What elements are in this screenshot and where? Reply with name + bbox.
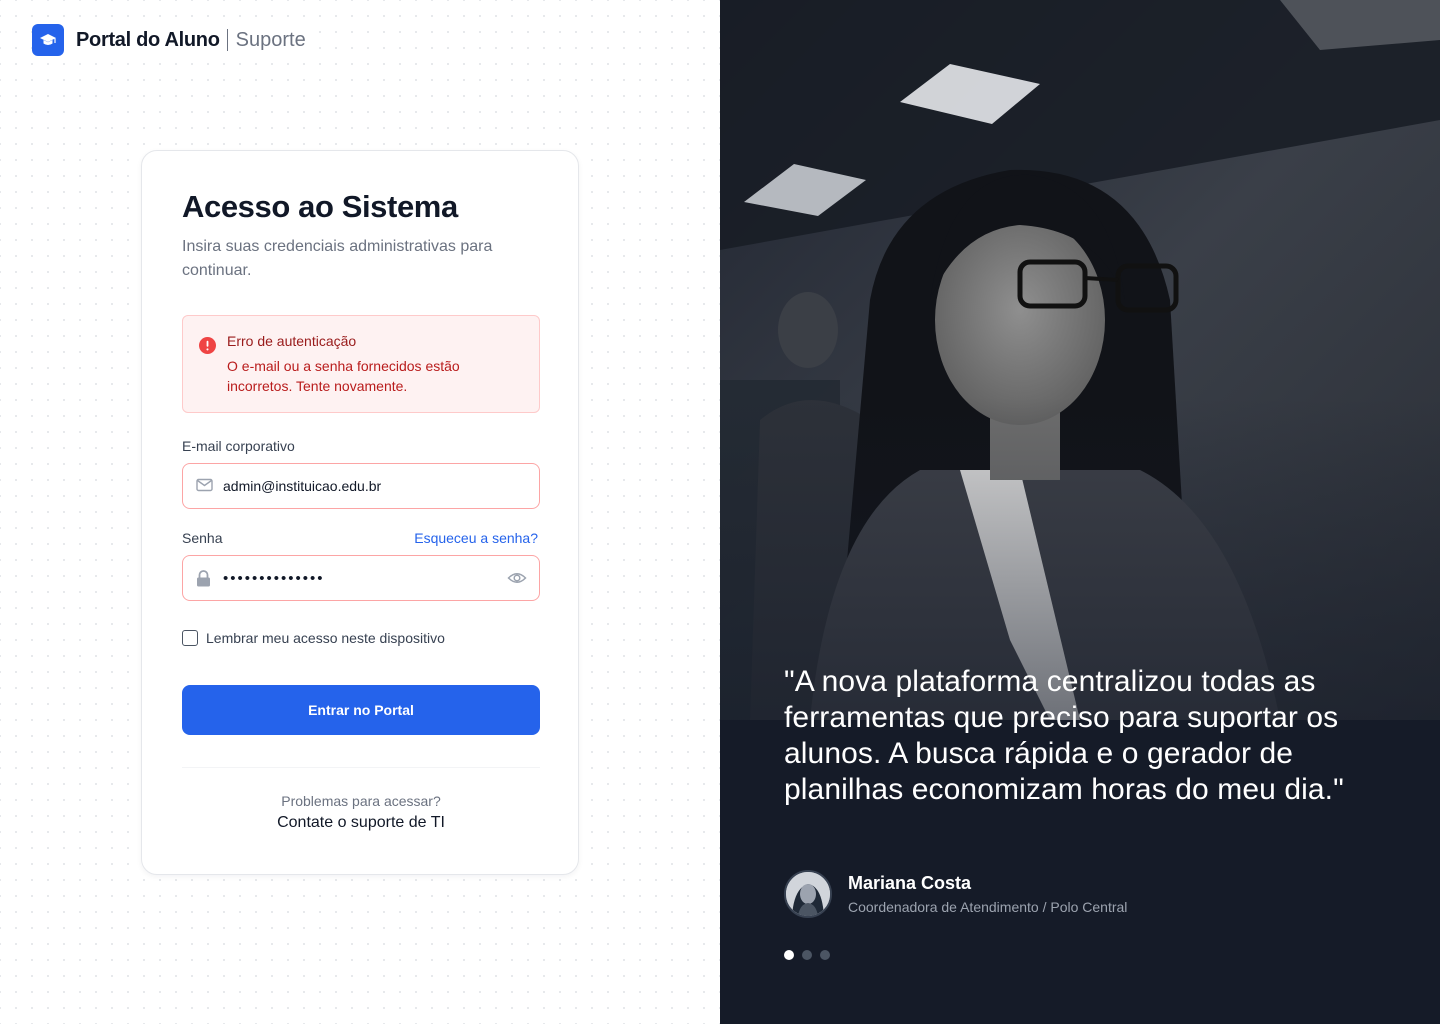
eye-icon[interactable] [507, 569, 527, 587]
remember-row[interactable]: Lembrar meu acesso neste dispositivo [182, 630, 445, 646]
login-button[interactable]: Entrar no Portal [182, 685, 540, 735]
page-title: Acesso ao Sistema [182, 189, 458, 224]
error-alert-message: O e-mail ou a senha fornecidos estão inc… [227, 358, 460, 394]
carousel-dot-2[interactable] [802, 950, 812, 960]
carousel-dot-1[interactable] [784, 950, 794, 960]
password-input[interactable] [223, 556, 493, 600]
lock-icon [197, 570, 210, 587]
login-card: Acesso ao Sistema Insira suas credenciai… [141, 150, 579, 875]
page-subtitle: Insira suas credenciais administrativas … [182, 238, 493, 279]
brand-section: Suporte [235, 28, 306, 51]
login-panel: Portal do Aluno Suporte Acesso ao Sistem… [0, 0, 720, 1024]
brand-divider [226, 29, 228, 51]
author-role: Coordenadora de Atendimento / Polo Centr… [848, 899, 1128, 915]
author-name: Mariana Costa [848, 873, 972, 893]
envelope-icon [196, 478, 213, 492]
email-input[interactable] [223, 464, 493, 508]
testimonial-quote: "A nova plataforma centralizou todas as … [784, 665, 1344, 806]
error-alert-title: Erro de autenticação [227, 333, 357, 349]
password-field[interactable] [182, 555, 540, 601]
carousel-indicators [784, 950, 838, 960]
avatar [784, 870, 832, 918]
email-field[interactable] [182, 463, 540, 509]
forgot-password-link[interactable]: Esqueceu a senha? [414, 530, 538, 546]
help-question: Problemas para acessar? [281, 793, 441, 809]
brand-header[interactable]: Portal do Aluno Suporte [32, 24, 314, 56]
error-alert: Erro de autenticação O e-mail ou a senha… [182, 315, 540, 413]
email-label: E-mail corporativo [182, 438, 295, 454]
password-label: Senha [182, 530, 223, 546]
brand-name: Portal do Aluno [76, 28, 220, 51]
student-photo [720, 0, 1440, 720]
exclamation-circle-icon [199, 337, 216, 354]
testimonial-panel: "A nova plataforma centralizou todas as … [720, 0, 1440, 1024]
remember-label[interactable]: Lembrar meu acesso neste dispositivo [206, 630, 445, 646]
remember-checkbox[interactable] [182, 630, 198, 646]
divider [182, 767, 540, 768]
carousel-dot-3[interactable] [820, 950, 830, 960]
contact-support-link[interactable]: Contate o suporte de TI [142, 814, 580, 832]
graduation-cap-icon [32, 24, 64, 56]
